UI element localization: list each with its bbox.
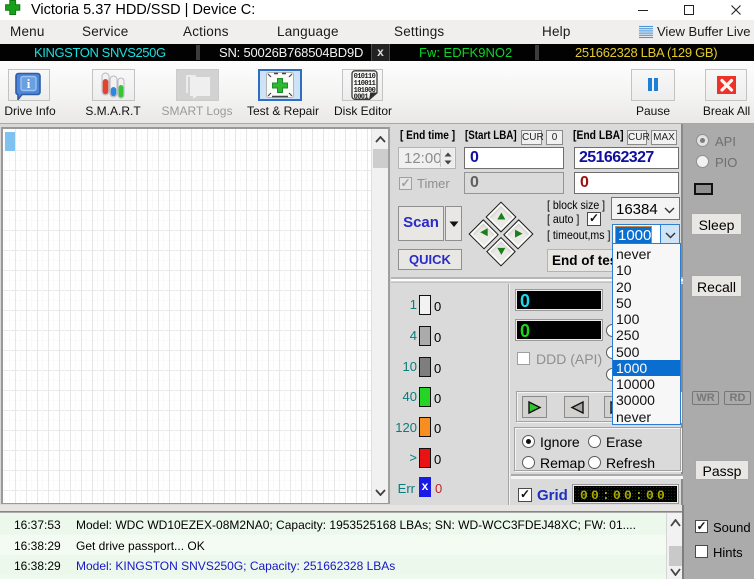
svg-text:i: i: [27, 76, 31, 91]
svg-text:0001: 0001: [354, 93, 369, 100]
